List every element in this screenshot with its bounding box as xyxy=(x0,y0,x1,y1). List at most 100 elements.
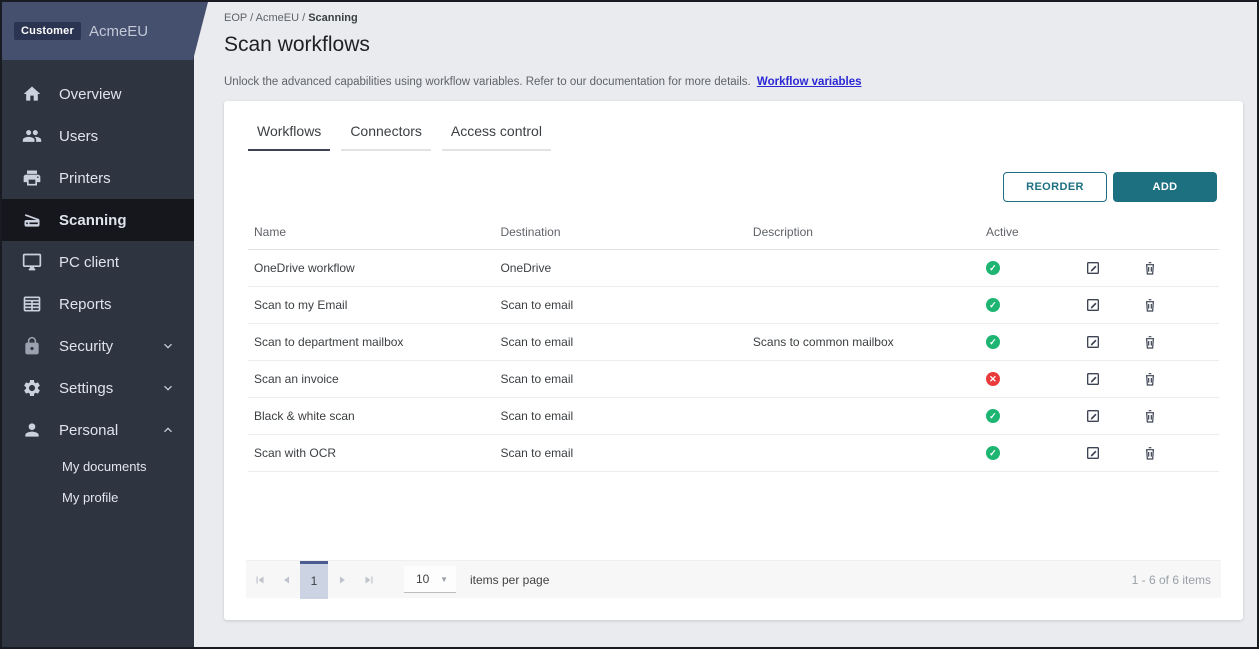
next-page-button[interactable] xyxy=(328,561,355,599)
edit-button[interactable] xyxy=(1083,369,1103,389)
sidebar: Customer AcmeEU Overview Users Prin xyxy=(2,2,194,647)
chevron-up-icon xyxy=(160,422,176,438)
workflow-destination: Scan to email xyxy=(500,298,752,312)
sidebar-item-my-profile[interactable]: My profile xyxy=(2,482,194,513)
skip-first-icon xyxy=(253,573,267,587)
breadcrumb-item[interactable]: AcmeEU xyxy=(256,12,299,24)
scanner-icon xyxy=(22,210,42,230)
edit-button[interactable] xyxy=(1083,332,1103,352)
sidebar-item-label: Settings xyxy=(59,380,113,397)
workflow-description: Scans to common mailbox xyxy=(753,335,986,349)
delete-button[interactable] xyxy=(1140,295,1160,315)
column-header-name: Name xyxy=(248,225,500,239)
app-window: Customer AcmeEU Overview Users Prin xyxy=(0,0,1259,649)
items-per-page-label: items per page xyxy=(470,573,549,587)
active-check-icon: ✓ xyxy=(986,446,1000,460)
sidebar-item-scanning[interactable]: Scanning xyxy=(2,199,194,241)
table-row: OneDrive workflow OneDrive ✓ xyxy=(248,250,1219,287)
pagination-bar: 1 10 ▼ items per page 1 - 6 of 6 items xyxy=(246,560,1221,598)
monitor-icon xyxy=(22,252,42,272)
edit-button[interactable] xyxy=(1083,406,1103,426)
caret-down-icon: ▼ xyxy=(440,575,448,584)
reports-icon xyxy=(22,294,42,314)
delete-button[interactable] xyxy=(1140,332,1160,352)
subtitle-text: Unlock the advanced capabilities using w… xyxy=(224,76,751,88)
workflow-destination: Scan to email xyxy=(500,446,752,460)
workflow-name: Scan with OCR xyxy=(248,446,500,460)
table-row: Scan to department mailbox Scan to email… xyxy=(248,324,1219,361)
workflow-name: Scan an invoice xyxy=(248,372,500,386)
delete-button[interactable] xyxy=(1140,369,1160,389)
main-content: EOP / AcmeEU / Scanning Scan workflows U… xyxy=(194,2,1259,647)
sidebar-item-reports[interactable]: Reports xyxy=(2,283,194,325)
tab-workflows[interactable]: Workflows xyxy=(248,123,330,151)
page-subtitle: Unlock the advanced capabilities using w… xyxy=(224,76,1243,88)
previous-page-button[interactable] xyxy=(273,561,300,599)
workflow-name: Black & white scan xyxy=(248,409,500,423)
customer-badge: Customer xyxy=(14,22,81,40)
customer-header: Customer AcmeEU xyxy=(2,2,208,60)
sidebar-item-overview[interactable]: Overview xyxy=(2,73,194,115)
edit-button[interactable] xyxy=(1083,443,1103,463)
current-page-button[interactable]: 1 xyxy=(300,561,328,599)
skip-last-icon xyxy=(362,573,376,587)
sidebar-item-settings[interactable]: Settings xyxy=(2,367,194,409)
sidebar-nav: Overview Users Printers Scanning xyxy=(2,2,194,513)
toolbar: REORDER ADD xyxy=(250,172,1217,202)
tab-connectors[interactable]: Connectors xyxy=(341,123,431,151)
reorder-button[interactable]: REORDER xyxy=(1003,172,1107,202)
breadcrumb-current: Scanning xyxy=(308,12,358,24)
content-card: Workflows Connectors Access control REOR… xyxy=(224,101,1243,620)
table-row: Black & white scan Scan to email ✓ xyxy=(248,398,1219,435)
sidebar-item-security[interactable]: Security xyxy=(2,325,194,367)
first-page-button[interactable] xyxy=(246,561,273,599)
active-check-icon: ✓ xyxy=(986,261,1000,275)
breadcrumb-item[interactable]: EOP xyxy=(224,12,247,24)
column-header-description: Description xyxy=(753,225,986,239)
users-icon xyxy=(22,126,42,146)
workflow-name: OneDrive workflow xyxy=(248,261,500,275)
lock-icon xyxy=(22,336,42,356)
page-title: Scan workflows xyxy=(224,33,1243,57)
sidebar-item-my-documents[interactable]: My documents xyxy=(2,451,194,482)
active-check-icon: ✓ xyxy=(986,298,1000,312)
chevron-down-icon xyxy=(160,338,176,354)
sidebar-item-label: Personal xyxy=(59,422,118,439)
edit-button[interactable] xyxy=(1083,258,1103,278)
table-row: Scan an invoice Scan to email ✕ xyxy=(248,361,1219,398)
home-icon xyxy=(22,84,42,104)
column-header-destination: Destination xyxy=(500,225,752,239)
person-icon xyxy=(22,420,42,440)
sidebar-item-printers[interactable]: Printers xyxy=(2,157,194,199)
sidebar-item-users[interactable]: Users xyxy=(2,115,194,157)
active-check-icon: ✓ xyxy=(986,335,1000,349)
delete-button[interactable] xyxy=(1140,406,1160,426)
tab-bar: Workflows Connectors Access control xyxy=(248,123,1219,151)
column-header-active: Active xyxy=(986,225,1064,239)
sidebar-item-label: Scanning xyxy=(59,212,127,229)
sidebar-item-label: Printers xyxy=(59,170,111,187)
workflow-destination: Scan to email xyxy=(500,372,752,386)
chevron-left-icon xyxy=(280,573,294,587)
gear-icon xyxy=(22,378,42,398)
page-size-value: 10 xyxy=(416,572,440,586)
workflow-variables-link[interactable]: Workflow variables xyxy=(757,76,862,88)
active-check-icon: ✓ xyxy=(986,409,1000,423)
breadcrumb-separator: / xyxy=(302,12,305,24)
workflow-destination: Scan to email xyxy=(500,409,752,423)
add-button[interactable]: ADD xyxy=(1113,172,1217,202)
sidebar-item-label: Reports xyxy=(59,296,112,313)
sidebar-item-label: Users xyxy=(59,128,98,145)
chevron-down-icon xyxy=(160,380,176,396)
edit-button[interactable] xyxy=(1083,295,1103,315)
delete-button[interactable] xyxy=(1140,258,1160,278)
tab-access-control[interactable]: Access control xyxy=(442,123,551,151)
delete-button[interactable] xyxy=(1140,443,1160,463)
sidebar-item-label: Overview xyxy=(59,86,122,103)
last-page-button[interactable] xyxy=(355,561,382,599)
workflow-name: Scan to my Email xyxy=(248,298,500,312)
page-size-select[interactable]: 10 ▼ xyxy=(404,566,456,593)
sidebar-item-personal[interactable]: Personal xyxy=(2,409,194,451)
sidebar-subitem-label: My profile xyxy=(62,490,118,505)
sidebar-item-pc-client[interactable]: PC client xyxy=(2,241,194,283)
